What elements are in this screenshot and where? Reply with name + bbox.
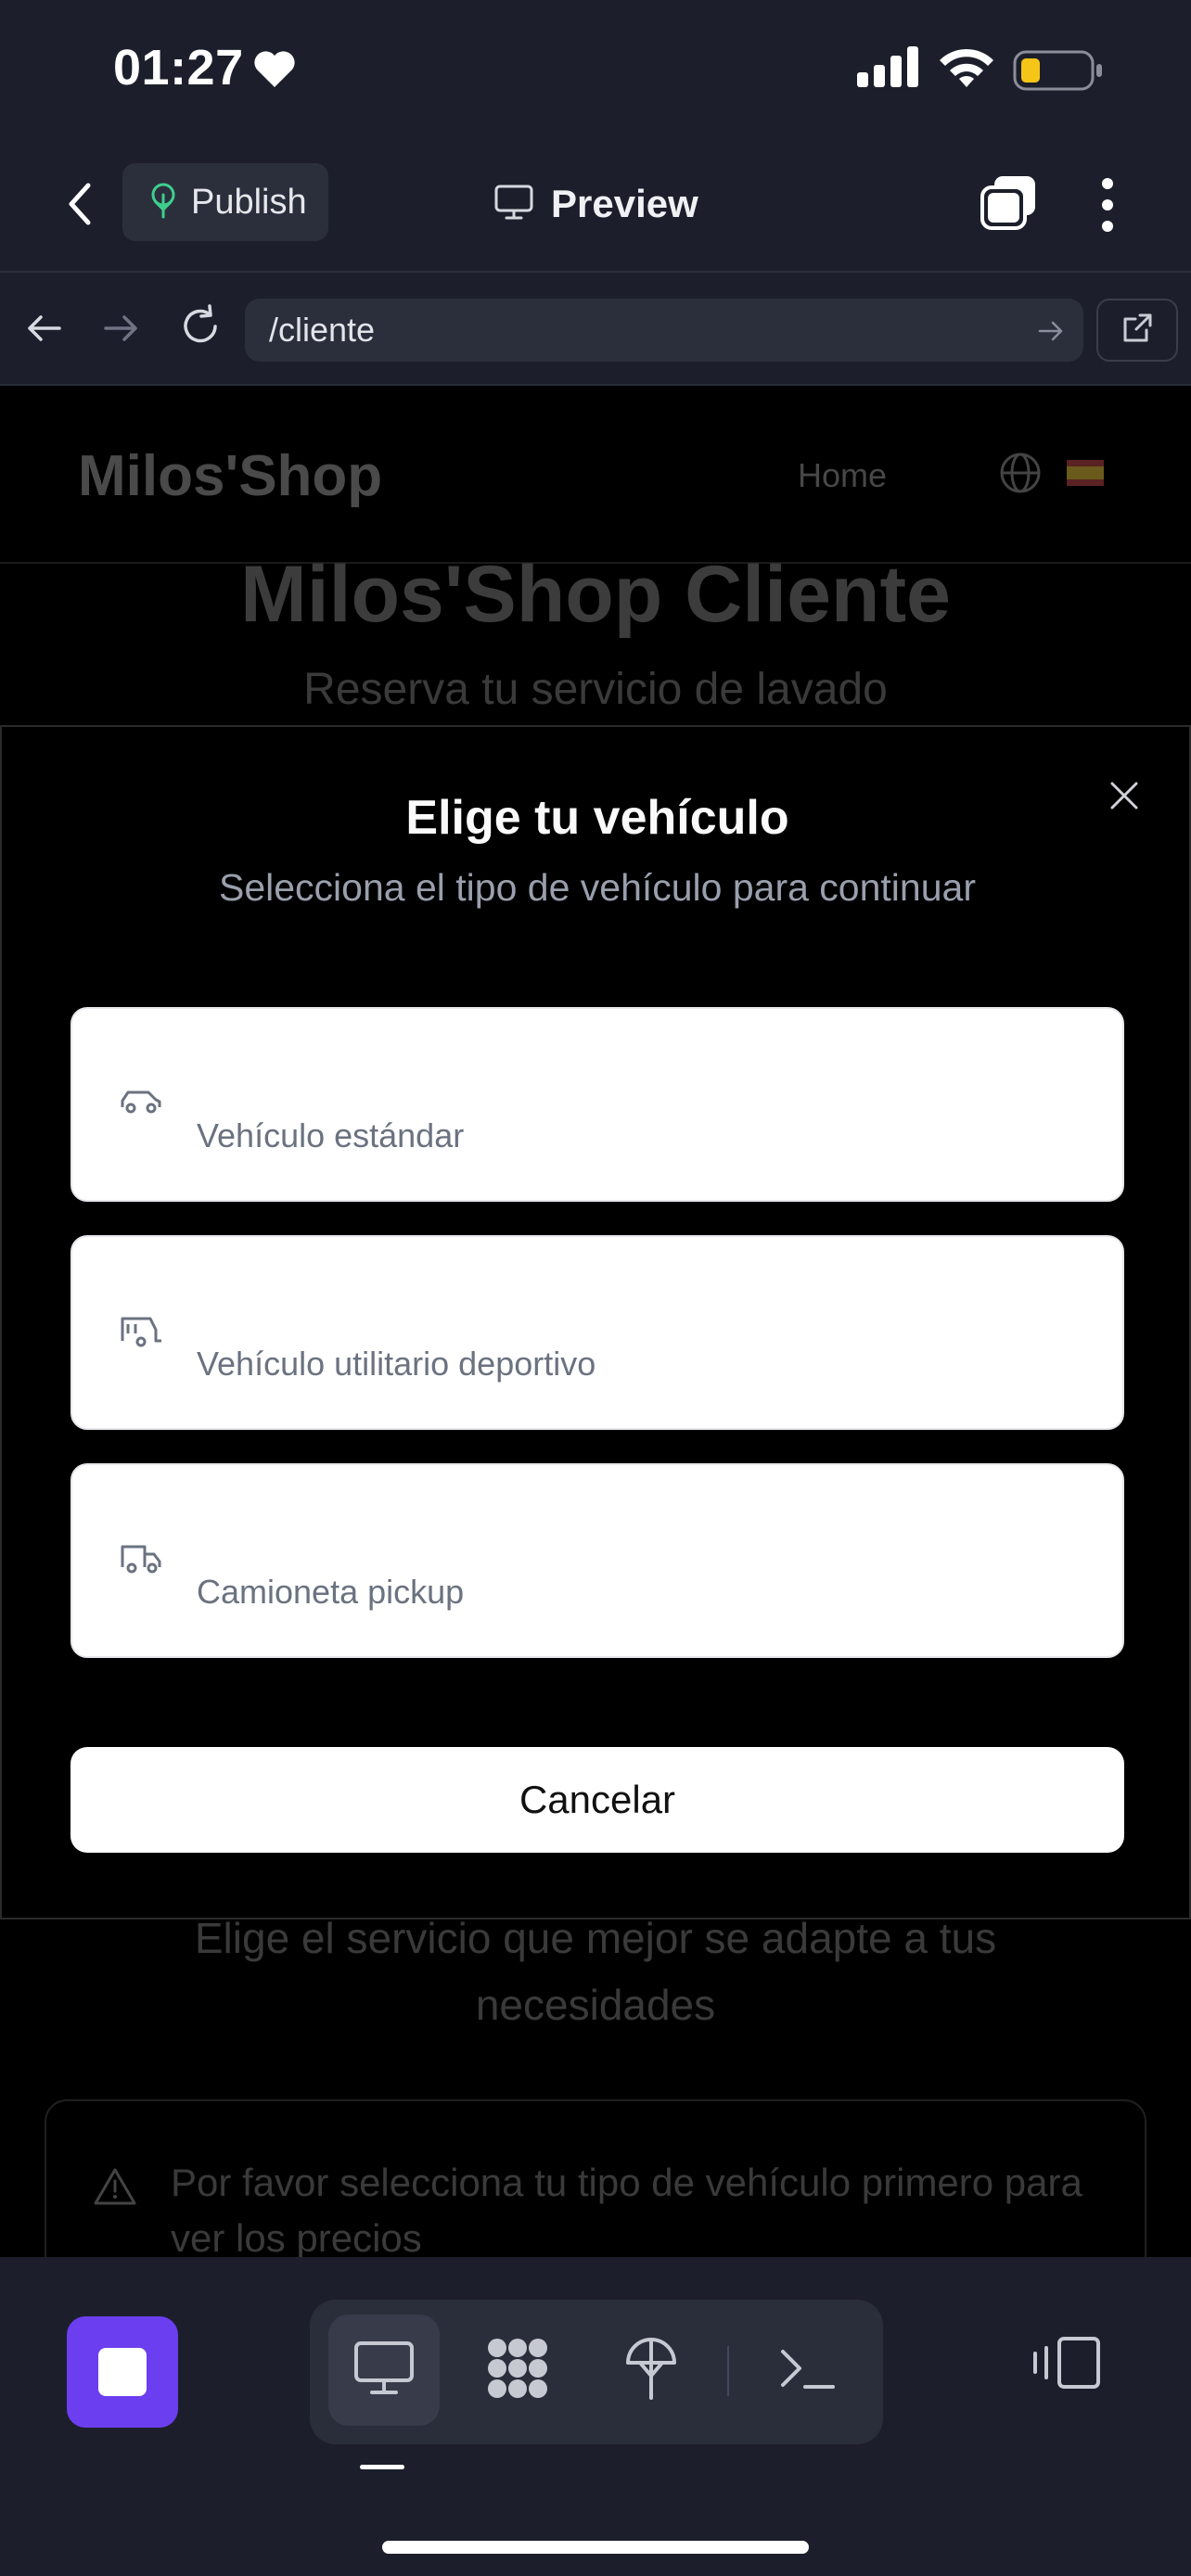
- heart-icon: [252, 48, 297, 94]
- status-time: 01:27: [113, 40, 244, 96]
- stop-icon: [98, 2348, 147, 2396]
- url-text: /cliente: [269, 311, 376, 349]
- site-header: Milos'Shop Home: [0, 386, 1191, 564]
- preview-label: Preview: [551, 182, 698, 225]
- bottom-dock: [0, 2257, 1191, 2576]
- app-toolbar: Publish Preview: [0, 139, 1191, 271]
- vehicle-option-standard[interactable]: Vehículo estándar: [70, 1007, 1124, 1202]
- truck-icon: [119, 1541, 163, 1581]
- vehicle-option-suv[interactable]: Vehículo utilitario deportivo: [70, 1235, 1124, 1430]
- spain-flag-icon[interactable]: [1067, 460, 1104, 486]
- more-options-icon[interactable]: [1089, 172, 1126, 237]
- vehicle-option-pickup[interactable]: Camioneta pickup: [70, 1463, 1124, 1658]
- vehicle-option-label: Camioneta pickup: [197, 1573, 465, 1611]
- services-description: Elige el servicio que mejor se adapte a …: [194, 1914, 997, 2029]
- apps-icon: [482, 2333, 553, 2408]
- caravan-icon: [119, 1313, 163, 1355]
- back-chevron-icon[interactable]: [58, 178, 102, 230]
- tool-switcher: [310, 2300, 883, 2444]
- stop-button[interactable]: [67, 2316, 178, 2428]
- preview-tool-button[interactable]: [328, 2315, 440, 2426]
- page-heading: Milos'Shop Cliente: [240, 550, 951, 639]
- shell-tool-button[interactable]: [751, 2315, 863, 2426]
- desktop-icon: [353, 2340, 415, 2401]
- page-subheading: Reserva tu servicio de lavado: [303, 665, 888, 714]
- nav-forward-arrow-icon[interactable]: [100, 308, 141, 353]
- terminal-icon: [779, 2346, 835, 2395]
- toolbar-divider: [727, 2346, 729, 2396]
- publish-icon: [148, 182, 178, 223]
- status-bar: 01:27: [0, 0, 1191, 139]
- publish-label: Publish: [191, 182, 307, 222]
- modal-subtitle: Selecciona el tipo de vehículo para cont…: [219, 866, 976, 909]
- car-icon: [119, 1085, 163, 1121]
- tabs-icon[interactable]: [980, 174, 1039, 235]
- url-field[interactable]: /cliente: [245, 299, 1083, 362]
- globe-icon[interactable]: [998, 451, 1043, 500]
- vehicle-option-label: Vehículo utilitario deportivo: [197, 1345, 596, 1383]
- wifi-icon: [937, 45, 996, 94]
- vehicle-selection-modal: Elige tu vehículo Selecciona el tipo de …: [0, 725, 1191, 1919]
- device-toggle-icon[interactable]: [1031, 2335, 1102, 2395]
- site-nav-home[interactable]: Home: [798, 456, 887, 495]
- open-external-button[interactable]: [1096, 299, 1178, 362]
- site-logo: Milos'Shop: [78, 444, 383, 508]
- go-arrow-icon[interactable]: [1037, 317, 1065, 350]
- cellular-signal-icon: [857, 45, 920, 92]
- deploy-icon: [623, 2335, 679, 2406]
- browser-url-bar: /cliente: [0, 271, 1191, 386]
- cancel-button[interactable]: Cancelar: [70, 1747, 1124, 1853]
- battery-icon: [1013, 50, 1104, 96]
- external-link-icon: [1121, 312, 1154, 350]
- home-indicator: [382, 2541, 809, 2554]
- cancel-label: Cancelar: [519, 1778, 676, 1821]
- publish-button[interactable]: Publish: [122, 163, 328, 241]
- modal-title: Elige tu vehículo: [405, 791, 789, 845]
- warning-triangle-icon: [93, 2166, 137, 2212]
- deploy-tool-button[interactable]: [596, 2315, 707, 2426]
- apps-tool-button[interactable]: [462, 2315, 573, 2426]
- warning-text: Por favor selecciona tu tipo de vehículo…: [171, 2161, 1082, 2257]
- reload-icon[interactable]: [176, 302, 224, 355]
- active-tab-indicator: [360, 2465, 404, 2469]
- nav-back-arrow-icon[interactable]: [24, 308, 65, 353]
- preview-title: Preview: [493, 176, 698, 232]
- vehicle-option-label: Vehículo estándar: [197, 1116, 465, 1154]
- monitor-icon: [493, 184, 534, 225]
- warning-alert: Por favor selecciona tu tipo de vehículo…: [45, 2099, 1146, 2257]
